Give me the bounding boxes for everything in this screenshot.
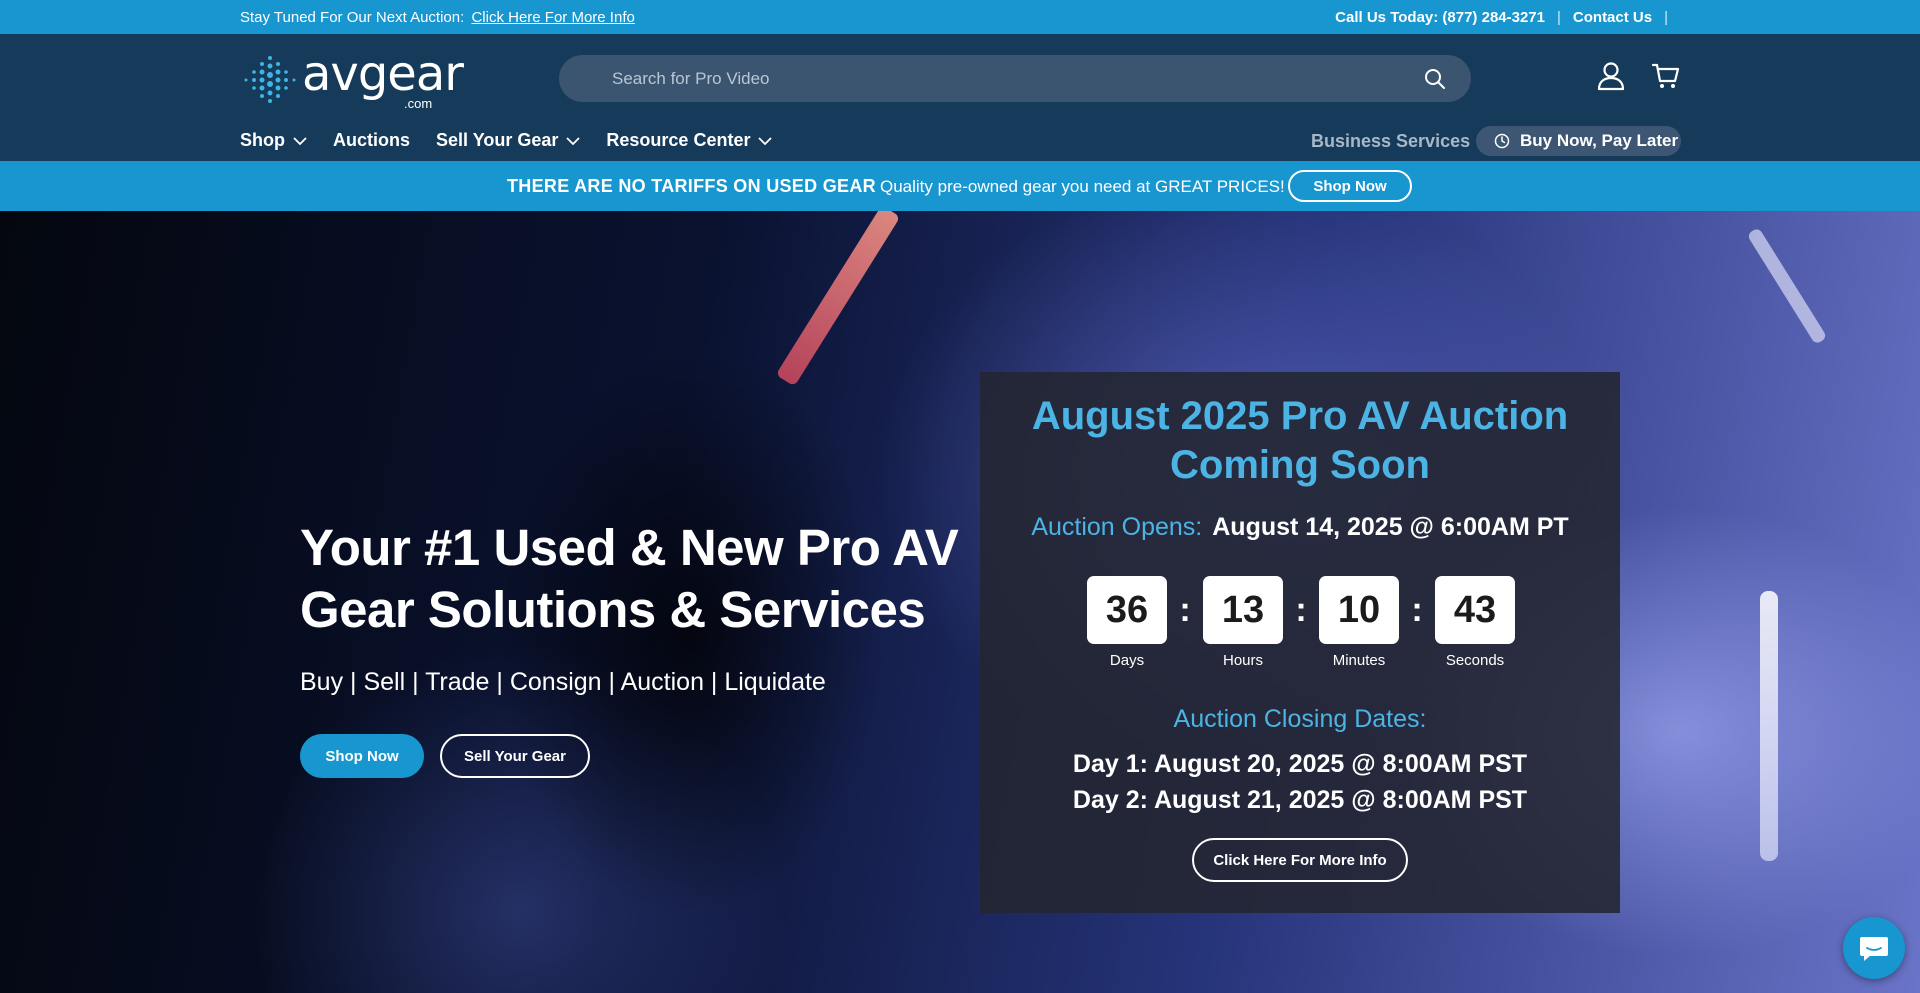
phone-number[interactable]: Call Us Today: (877) 284-3271 [1335, 9, 1545, 26]
topbar-contact: Call Us Today: (877) 284-3271 | Contact … [1335, 9, 1668, 26]
countdown-seconds-label: Seconds [1445, 652, 1505, 669]
auction-more-info-button[interactable]: Click Here For More Info [1192, 838, 1408, 882]
promo-text: Quality pre-owned gear you need at GREAT… [880, 177, 1285, 196]
auction-opens-date: August 14, 2025 @ 6:00AM PT [1212, 513, 1569, 541]
auction-title: August 2025 Pro AV Auction Coming Soon [1031, 394, 1569, 487]
countdown-separator: : [1411, 591, 1423, 629]
countdown-hours-label: Hours [1222, 652, 1263, 669]
hero-sell-your-gear-button[interactable]: Sell Your Gear [440, 734, 590, 778]
auction-opens-label: Auction Opens: [1031, 513, 1203, 541]
chat-widget-button[interactable] [1843, 917, 1905, 979]
countdown-days: 36 Days [1087, 576, 1167, 669]
chat-bubble-icon [1860, 937, 1888, 961]
countdown-minutes-value: 10 [1319, 576, 1399, 644]
countdown-minutes-label: Minutes [1332, 652, 1386, 669]
countdown-seconds: 43 Seconds [1435, 576, 1515, 669]
account-icon[interactable] [1595, 60, 1627, 92]
nav-sell-your-gear[interactable]: Sell Your Gear [436, 130, 581, 151]
nav-auctions-label: Auctions [333, 130, 411, 150]
business-services-link[interactable]: Business Services [1311, 131, 1470, 152]
clock-icon [1494, 133, 1510, 149]
contact-us-link[interactable]: Contact Us [1573, 9, 1652, 26]
site-header: avgear .com Search for Pro Video Shop Au… [0, 34, 1920, 161]
nav-shop-label: Shop [240, 130, 285, 150]
search-input[interactable]: Search for Pro Video [612, 69, 770, 89]
main-nav: Shop Auctions Sell Your Gear Resource Ce… [240, 130, 773, 151]
nav-auctions[interactable]: Auctions [333, 130, 410, 151]
countdown-minutes: 10 Minutes [1319, 576, 1399, 669]
countdown-days-label: Days [1109, 652, 1145, 669]
search-bar[interactable]: Search for Pro Video [559, 55, 1471, 102]
search-icon[interactable] [1423, 67, 1447, 91]
cart-icon[interactable] [1650, 60, 1682, 92]
auction-notice-link[interactable]: Click Here For More Info [471, 9, 634, 26]
promo-shop-now-button[interactable]: Shop Now [1288, 170, 1412, 202]
buy-now-pay-later-button[interactable]: Buy Now, Pay Later [1476, 126, 1681, 156]
closing-day-2: Day 2: August 21, 2025 @ 8:00AM PST [1072, 786, 1528, 814]
nav-resource-center[interactable]: Resource Center [606, 130, 773, 151]
bnpl-label: Buy Now, Pay Later [1520, 131, 1679, 150]
auction-notice: Stay Tuned For Our Next Auction: Click H… [240, 9, 635, 26]
countdown-separator: : [1295, 591, 1307, 629]
auction-notice-text: Stay Tuned For Our Next Auction: [240, 9, 465, 26]
countdown-hours: 13 Hours [1203, 576, 1283, 669]
countdown-separator: : [1179, 591, 1191, 629]
promo-bar: THERE ARE NO TARIFFS ON USED GEAR Qualit… [0, 161, 1920, 211]
hero-light-beam [1760, 591, 1778, 861]
avgear-logo[interactable]: avgear .com [240, 46, 464, 111]
nav-shop[interactable]: Shop [240, 130, 307, 151]
hero-light-beam [1746, 227, 1828, 345]
hero-subtitle: Buy | Sell | Trade | Consign | Auction |… [300, 668, 826, 696]
logo-dotcom: .com [404, 96, 433, 111]
countdown-hours-value: 13 [1203, 576, 1283, 644]
countdown-timer: 36 Days : 13 Hours : 10 Minutes : 43 Sec… [1087, 576, 1515, 669]
nav-resources-label: Resource Center [606, 130, 751, 150]
auction-panel: August 2025 Pro AV Auction Coming Soon A… [980, 372, 1620, 913]
countdown-seconds-value: 43 [1435, 576, 1515, 644]
promo-headline: THERE ARE NO TARIFFS ON USED GEAR [507, 176, 876, 196]
closing-dates-title: Auction Closing Dates: [1173, 705, 1427, 733]
hero-banner: Your #1 Used & New Pro AV Gear Solutions… [0, 211, 1920, 993]
hero-shop-now-button[interactable]: Shop Now [300, 734, 424, 778]
closing-day-1: Day 1: August 20, 2025 @ 8:00AM PST [1072, 750, 1528, 778]
divider: | [1664, 9, 1668, 26]
hero-title: Your #1 Used & New Pro AV Gear Solutions… [300, 519, 959, 638]
auction-opens: Auction Opens: August 14, 2025 @ 6:00AM P… [980, 513, 1620, 542]
divider: | [1557, 9, 1561, 26]
chevron-down-icon [758, 136, 773, 145]
nav-sell-label: Sell Your Gear [436, 130, 559, 150]
countdown-days-value: 36 [1087, 576, 1167, 644]
chevron-down-icon [293, 136, 307, 145]
logo-mark-icon [244, 56, 296, 103]
chevron-down-icon [566, 136, 581, 145]
announcement-bar: Stay Tuned For Our Next Auction: Click H… [0, 0, 1920, 34]
logo-wordmark: avgear [302, 46, 464, 102]
